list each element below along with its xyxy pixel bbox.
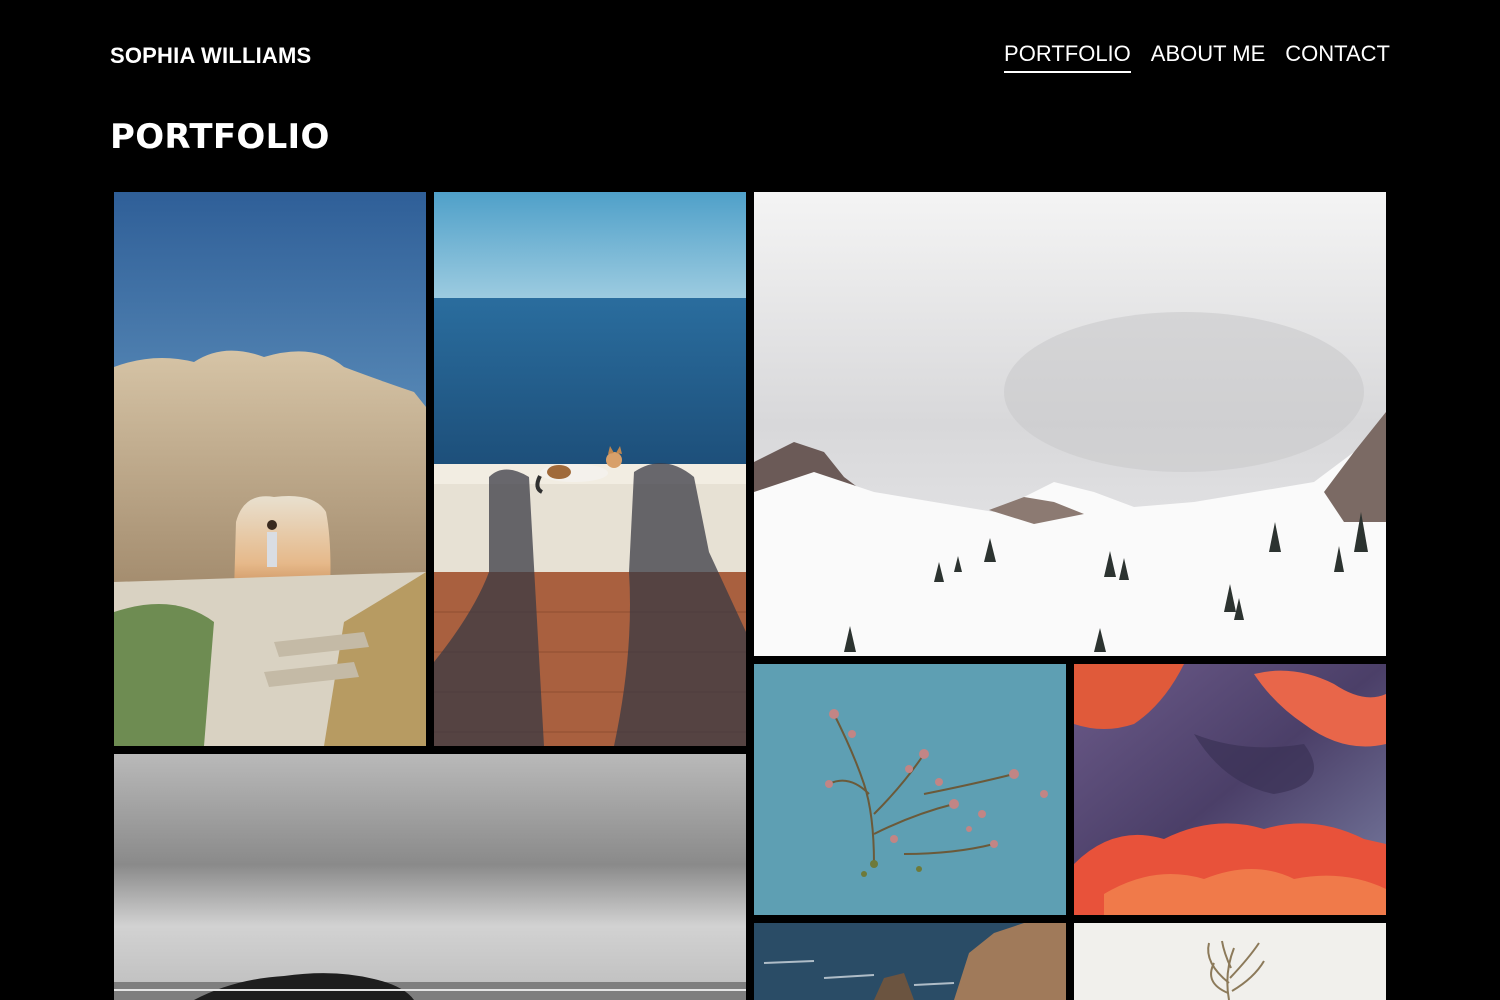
photo-cat-by-sea-image: [434, 192, 746, 746]
photo-floating-flowers-image: [754, 664, 1066, 915]
gallery-photo-floating-flowers[interactable]: [754, 664, 1066, 915]
gallery-photo-sunset-clouds[interactable]: [1074, 664, 1386, 915]
gallery-photo-dried-leaf[interactable]: [1074, 923, 1386, 1000]
gallery-photo-bw-beach[interactable]: [114, 754, 746, 1000]
photo-gallery: [0, 0, 1500, 1000]
photo-dried-leaf-image: [1074, 923, 1386, 1000]
gallery-photo-snowy-mountains[interactable]: [754, 192, 1386, 656]
photo-snowy-mountains-image: [754, 192, 1386, 656]
photo-bw-beach-image: [114, 754, 746, 1000]
gallery-photo-rocky-coast[interactable]: [754, 923, 1066, 1000]
gallery-photo-cat-by-sea[interactable]: [434, 192, 746, 746]
photo-desert-arch-image: [114, 192, 426, 746]
photo-sunset-clouds-image: [1074, 664, 1386, 915]
photo-rocky-coast-image: [754, 923, 1066, 1000]
gallery-photo-desert-arch[interactable]: [114, 192, 426, 746]
